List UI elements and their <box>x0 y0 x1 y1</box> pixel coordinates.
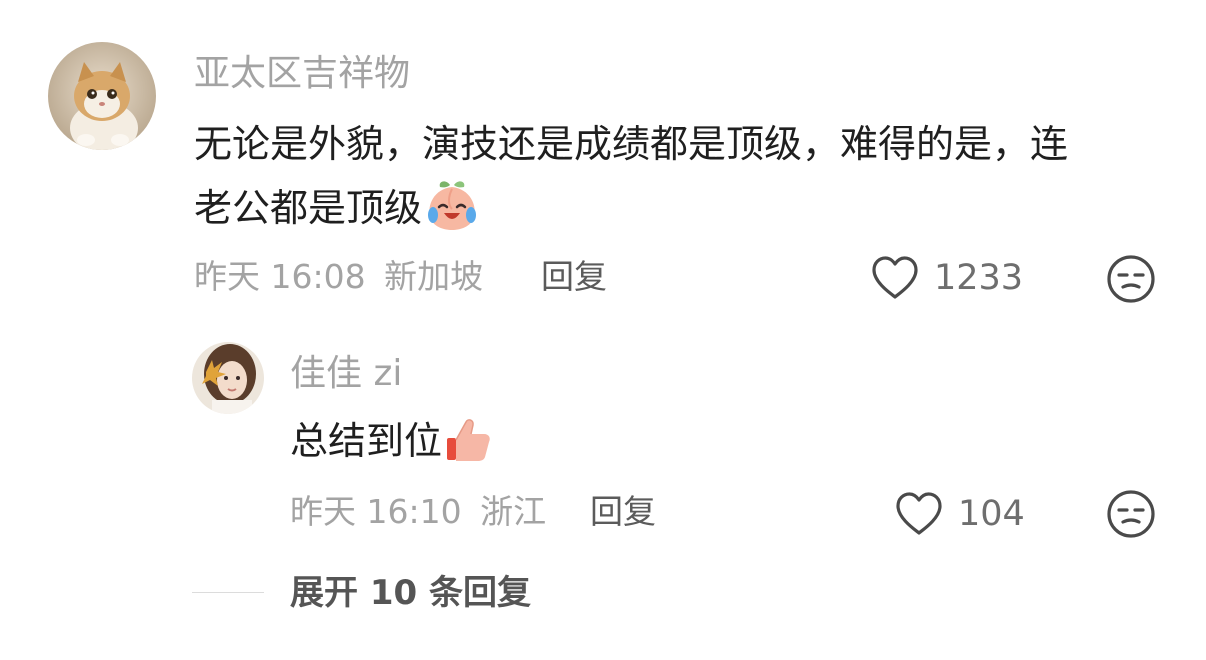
reply-like-count: 104 <box>958 494 1025 534</box>
comment-text-line-2: 老公都是顶级 <box>194 186 423 230</box>
comment-location: 新加坡 <box>384 257 484 296</box>
comment-reply-button[interactable]: 回复 <box>541 257 607 297</box>
commenter-username[interactable]: 亚太区吉祥物 <box>194 52 410 96</box>
reply-text-wrapper: 总结到位 <box>290 409 492 483</box>
reply-text: 总结到位 <box>290 419 443 463</box>
heart-icon <box>894 491 944 537</box>
reply-reply-button[interactable]: 回复 <box>590 492 656 532</box>
commenter-avatar[interactable] <box>48 42 156 150</box>
expand-replies-button[interactable]: 展开 10 条回复 <box>290 573 531 613</box>
unamused-face-icon <box>1107 490 1155 538</box>
reply-time: 昨天 16:10 <box>290 492 462 531</box>
comment-text-line-1: 无论是外貌，演技还是成绩都是顶级，难得的是，连 <box>194 122 1069 166</box>
thumbs-up-emoji <box>444 416 492 483</box>
reply-dislike-button[interactable] <box>1106 489 1156 539</box>
comment-time: 昨天 16:08 <box>194 257 366 296</box>
comment-dislike-button[interactable] <box>1106 254 1156 304</box>
reply-like-button[interactable]: 104 <box>894 491 1025 537</box>
unamused-face-icon <box>1107 255 1155 303</box>
comment-text-line-2-wrapper: 老公都是顶级 <box>194 176 480 250</box>
reply-location: 浙江 <box>480 492 547 531</box>
reply-meta: 昨天 16:10 浙江 <box>290 492 546 532</box>
comment-like-button[interactable]: 1233 <box>870 255 1023 301</box>
comment-meta: 昨天 16:08 新加坡 <box>194 257 483 297</box>
expand-divider <box>192 592 264 593</box>
heart-icon <box>870 255 920 301</box>
crying-laughing-peach-emoji <box>424 179 480 250</box>
comment-thread: 亚太区吉祥物 无论是外貌，演技还是成绩都是顶级，难得的是，连 老公都是顶级 昨天… <box>0 0 1206 660</box>
comment-like-count: 1233 <box>934 258 1024 298</box>
replier-avatar[interactable] <box>192 342 264 414</box>
replier-username[interactable]: 佳佳 zi <box>290 352 402 396</box>
